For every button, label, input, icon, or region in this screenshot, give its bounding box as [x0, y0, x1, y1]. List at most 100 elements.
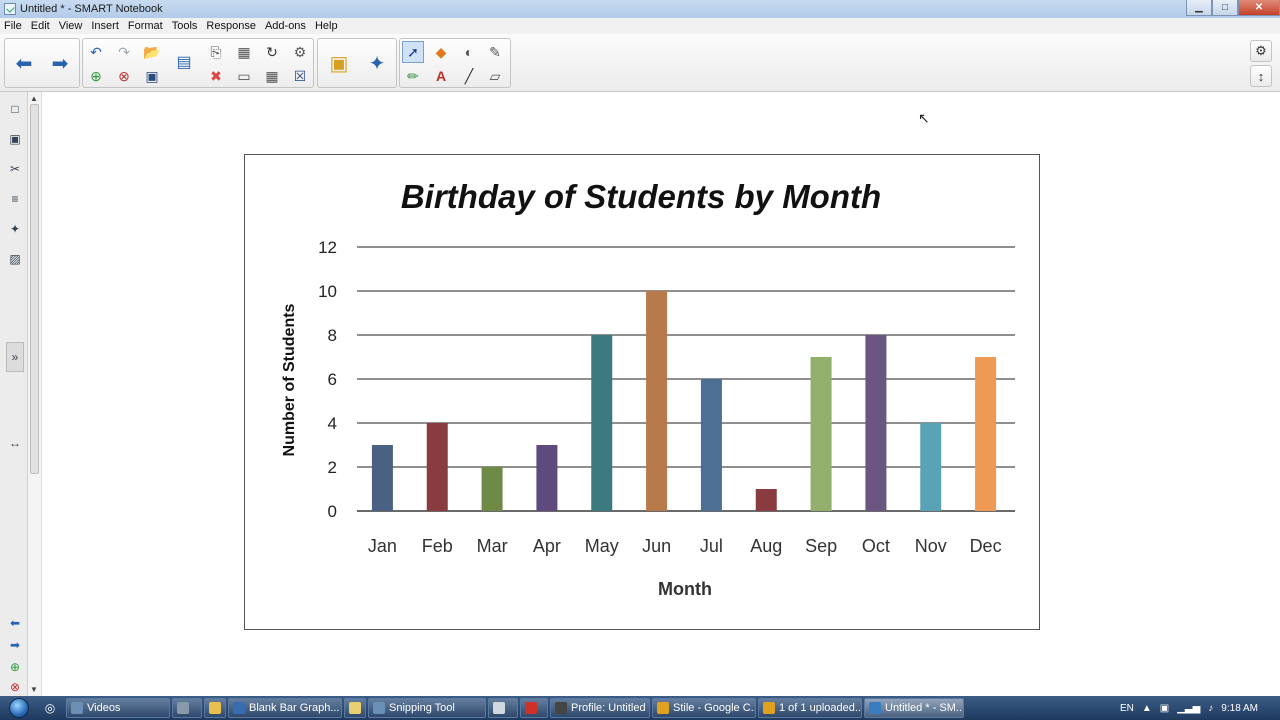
add-page-side-icon[interactable]: ⊕ — [6, 658, 24, 676]
menu-addons[interactable]: Add-ons — [265, 20, 306, 32]
delete-icon[interactable]: ✖ — [205, 65, 227, 87]
expand-panel-icon[interactable]: » — [6, 342, 24, 372]
text-icon[interactable]: A — [430, 65, 452, 87]
menu-tools[interactable]: Tools — [172, 20, 198, 32]
delete-page-icon[interactable]: ⊗ — [113, 65, 135, 87]
eraser-icon[interactable]: ▱ — [484, 65, 506, 87]
smart-notebook-icon — [4, 3, 16, 15]
mouse-cursor-icon: ↖ — [918, 110, 930, 126]
taskbar-item-label: Untitled * - SM... — [885, 702, 964, 714]
file-group: ↶ ↷ 📂 ⊕ ⊗ ▣ ▤ ⎘ ▦ ↻ ⚙ ✖ ▭ ▦ ☒ — [82, 38, 314, 88]
tray-expand-icon[interactable]: ▲ — [1142, 703, 1152, 714]
save-icon[interactable]: ▣ — [141, 65, 163, 87]
x-tick-label: May — [585, 536, 619, 556]
taskbar-item[interactable]: Snipping Tool — [368, 698, 486, 718]
prev-page-icon[interactable]: ⬅ — [6, 614, 24, 632]
close-icon[interactable]: ✕ — [1238, 0, 1280, 16]
language-indicator[interactable]: EN — [1120, 703, 1134, 714]
menu-response[interactable]: Response — [206, 20, 256, 32]
scroll-up-icon[interactable]: ▲ — [30, 94, 38, 103]
minimize-icon[interactable]: ▁ — [1186, 0, 1212, 16]
redo-icon[interactable]: ↷ — [113, 41, 135, 63]
y-tick-label: 10 — [318, 282, 337, 301]
page-sorter-icon[interactable]: □ — [6, 100, 24, 118]
settings-gear-icon[interactable]: ⚙ — [1250, 40, 1272, 62]
y-tick-label: 8 — [328, 326, 337, 345]
scroll-thumb[interactable] — [30, 104, 39, 474]
display-icon[interactable]: ▤ — [173, 51, 195, 73]
taskbar-app-icon — [209, 702, 221, 714]
table-icon[interactable]: ▦ — [261, 65, 283, 87]
tray-apps-icon[interactable]: ▣ — [1160, 703, 1169, 714]
capture-icon[interactable]: ⚙ — [289, 41, 311, 63]
response-tab-icon[interactable]: ▨ — [6, 250, 24, 268]
y-axis-label: Number of Students — [281, 303, 298, 456]
bar-chart[interactable]: Birthday of Students by Month Number of … — [244, 154, 1040, 630]
menu-format[interactable]: Format — [128, 20, 163, 32]
paste-icon[interactable]: ⎘ — [205, 41, 227, 63]
start-button[interactable] — [0, 696, 38, 720]
menu-help[interactable]: Help — [315, 20, 338, 32]
magic-pen-icon[interactable]: ✎ — [484, 41, 506, 63]
next-page-icon[interactable]: ➡ — [6, 636, 24, 654]
resize-handle-icon[interactable]: ↔ — [6, 434, 24, 452]
addons-tab-icon[interactable]: ✦ — [6, 220, 24, 238]
toolbar-position-icon[interactable]: ↕ — [1250, 65, 1272, 87]
taskbar-item-label: 1 of 1 uploaded... — [779, 702, 862, 714]
taskbar-item[interactable]: Blank Bar Graph... — [228, 698, 342, 718]
gallery-icon[interactable]: ▣ — [322, 40, 356, 86]
fullscreen-icon[interactable]: ▭ — [233, 65, 255, 87]
taskbar-item[interactable] — [172, 698, 202, 718]
clear-icon[interactable]: ☒ — [289, 65, 311, 87]
select-icon[interactable]: ➚ — [402, 41, 424, 63]
menu-bar: File Edit View Insert Format Tools Respo… — [0, 18, 1280, 34]
gallery-tab-icon[interactable]: ▣ — [6, 130, 24, 148]
nav-group: ⬅ ➡ — [4, 38, 80, 88]
taskbar-item[interactable]: Untitled * - SM... — [864, 698, 964, 718]
x-tick-label: Mar — [477, 536, 508, 556]
properties-icon[interactable]: ≡ — [6, 190, 24, 208]
taskbar-item[interactable] — [488, 698, 518, 718]
addons-icon[interactable]: ✦ — [360, 40, 394, 86]
chrome-quick-icon[interactable]: ◎ — [40, 698, 60, 718]
menu-file[interactable]: File — [4, 20, 22, 32]
taskbar-app-icon — [763, 702, 775, 714]
delete-page-side-icon[interactable]: ⊗ — [6, 678, 24, 696]
taskbar-item[interactable]: Profile: Untitled ... — [550, 698, 650, 718]
bar-may — [591, 335, 613, 511]
fill-icon[interactable]: ◐ — [458, 41, 480, 63]
y-tick-label: 4 — [328, 414, 337, 433]
line-icon[interactable]: ╱ — [458, 65, 480, 87]
open-icon[interactable]: 📂 — [141, 41, 163, 63]
volume-icon[interactable]: ♪ — [1208, 703, 1213, 714]
attachments-icon[interactable]: ✂ — [6, 160, 24, 178]
taskbar-item[interactable] — [204, 698, 226, 718]
x-tick-label: Oct — [862, 536, 890, 556]
chart-svg: Birthday of Students by Month Number of … — [281, 178, 1015, 599]
network-icon[interactable]: ▁▃▅ — [1177, 703, 1200, 714]
undo-icon[interactable]: ↶ — [85, 41, 107, 63]
maximize-icon[interactable]: □ — [1212, 0, 1238, 16]
add-page-icon[interactable]: ⊕ — [85, 65, 107, 87]
taskbar-item[interactable]: 1 of 1 uploaded... — [758, 698, 862, 718]
x-tick-label: Nov — [915, 536, 947, 556]
menu-edit[interactable]: Edit — [31, 20, 50, 32]
scroll-down-icon[interactable]: ▼ — [30, 685, 38, 694]
shapes-icon[interactable]: ◆ — [430, 41, 452, 63]
clock[interactable]: 9:18 AM — [1221, 703, 1258, 714]
taskbar-app-icon — [373, 702, 385, 714]
taskbar-item[interactable]: Videos — [66, 698, 170, 718]
bar-aug — [755, 489, 777, 511]
taskbar-item[interactable]: Stile - Google C... — [652, 698, 756, 718]
forward-icon[interactable]: ➡ — [43, 40, 77, 86]
insert-image-icon[interactable]: ↻ — [261, 41, 283, 63]
screenshade-icon[interactable]: ▦ — [233, 41, 255, 63]
menu-insert[interactable]: Insert — [91, 20, 119, 32]
back-icon[interactable]: ⬅ — [7, 40, 41, 86]
taskbar-item[interactable] — [344, 698, 366, 718]
taskbar-item[interactable] — [520, 698, 548, 718]
pens-icon[interactable]: ✏ — [402, 65, 424, 87]
taskbar-app-icon — [349, 702, 361, 714]
menu-view[interactable]: View — [59, 20, 83, 32]
vertical-scrollbar[interactable]: ▲ ▼ — [28, 92, 42, 696]
